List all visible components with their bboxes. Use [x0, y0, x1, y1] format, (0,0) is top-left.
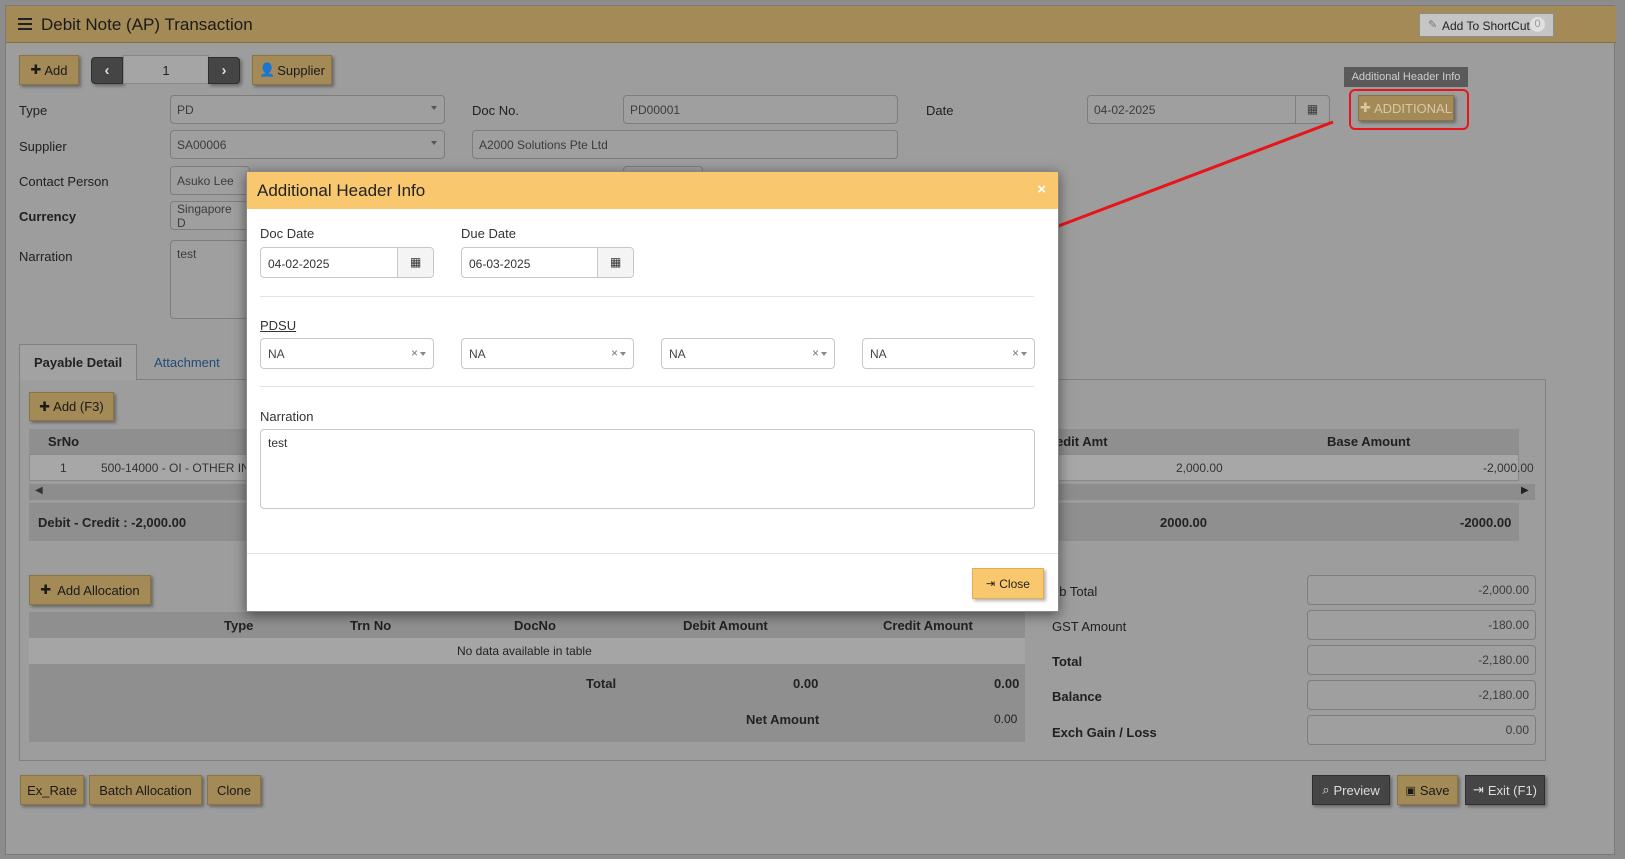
clear-icon[interactable]: × [611, 346, 618, 360]
pdsu-label: PDSU [260, 318, 297, 333]
clear-icon[interactable]: × [1012, 346, 1019, 360]
pdsu-value-4: NA [870, 347, 887, 361]
modal-narration-label: Narration [260, 409, 314, 424]
due-date-value: 06-03-2025 [469, 257, 531, 271]
modal-footer-divider [247, 553, 1058, 554]
chevron-down-icon [1021, 352, 1027, 356]
pdsu-select-2[interactable]: NA × [461, 338, 634, 369]
calendar-icon[interactable]: ▦ [597, 248, 633, 277]
calendar-icon[interactable]: ▦ [397, 248, 433, 277]
chevron-down-icon [821, 352, 827, 356]
additional-header-modal: Additional Header Info × Doc Date 04-02-… [246, 171, 1059, 612]
sign-out-icon: ⇥ [986, 578, 996, 590]
divider [260, 386, 1034, 387]
close-icon[interactable]: × [1037, 181, 1046, 198]
chevron-down-icon [620, 352, 626, 356]
close-label: Close [999, 576, 1030, 591]
pdsu-select-4[interactable]: NA × [862, 338, 1035, 369]
clear-icon[interactable]: × [812, 346, 819, 360]
divider [260, 296, 1034, 297]
modal-narration-textarea[interactable]: test [260, 429, 1035, 509]
clear-icon[interactable]: × [411, 346, 418, 360]
pdsu-select-3[interactable]: NA × [661, 338, 835, 369]
doc-date-value: 04-02-2025 [268, 257, 330, 271]
due-date-input[interactable]: 06-03-2025 ▦ [461, 247, 634, 278]
chevron-down-icon [420, 352, 426, 356]
modal-title: Additional Header Info [257, 181, 426, 200]
pdsu-value-2: NA [469, 347, 486, 361]
modal-header: Additional Header Info × [247, 172, 1058, 209]
pdsu-select-1[interactable]: NA × [260, 338, 434, 369]
doc-date-label: Doc Date [260, 226, 315, 241]
pdsu-value-1: NA [268, 347, 285, 361]
pdsu-value-3: NA [669, 347, 686, 361]
close-button[interactable]: ⇥ Close [972, 568, 1044, 599]
doc-date-input[interactable]: 04-02-2025 ▦ [260, 247, 434, 278]
due-date-label: Due Date [461, 226, 516, 241]
